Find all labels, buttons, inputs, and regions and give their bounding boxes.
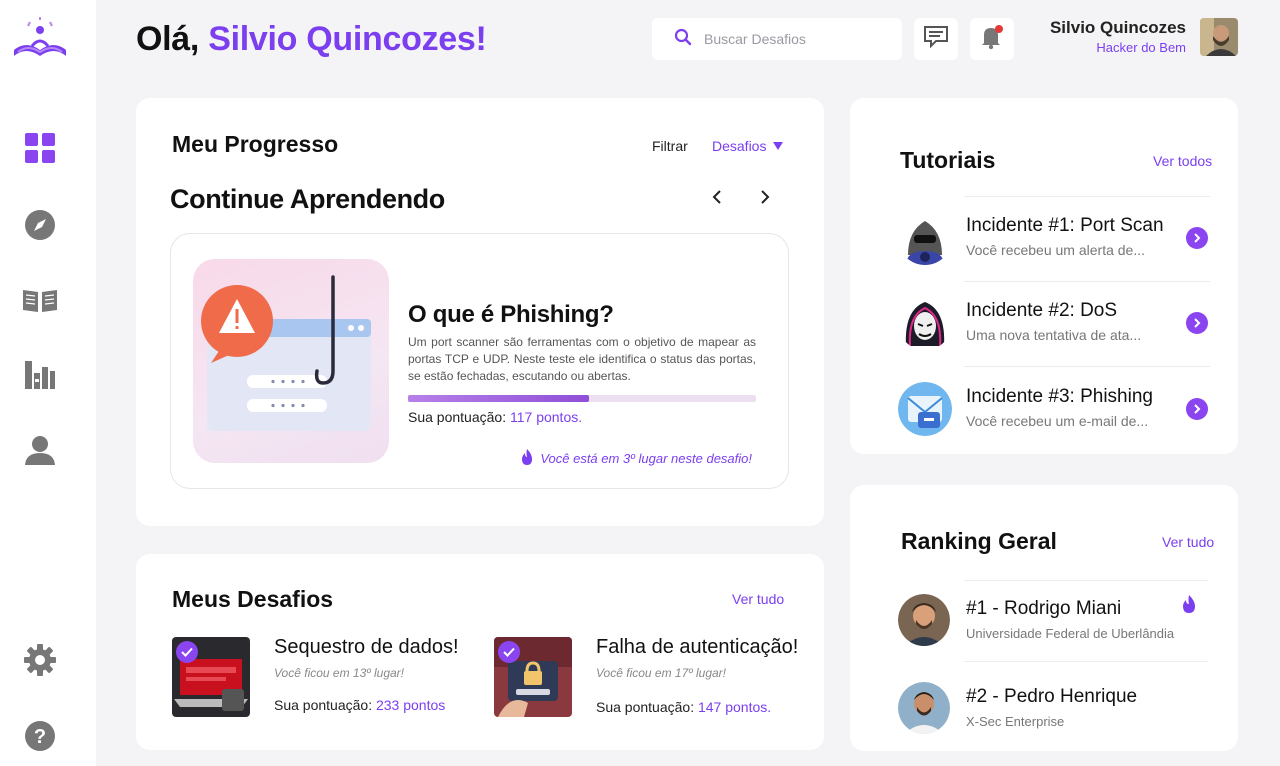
ranking-subtitle: X-Sec Enterprise [966, 714, 1065, 729]
continue-learning-title: Continue Aprendendo [170, 184, 445, 214]
challenge-score-value: 233 pontos [375, 697, 446, 713]
arrow-right-icon[interactable] [1186, 312, 1208, 334]
user-role: Hacker do Bem [1096, 40, 1186, 55]
challenge-rank: Você ficou em 13º lugar! [274, 666, 405, 680]
tutorial-title: Incidente #3: Phishing [966, 386, 1153, 407]
lesson-title: O que é Phishing? [408, 301, 614, 328]
divider [964, 366, 1210, 367]
notifications-button[interactable] [970, 18, 1014, 60]
chat-icon [924, 25, 948, 53]
challenge-rank: Você ficou em 17º lugar! [596, 666, 727, 680]
compass-icon[interactable] [20, 205, 60, 245]
divider [964, 661, 1208, 662]
tutorial-subtitle: Uma nova tentativa de ata... [966, 327, 1142, 343]
filter-label: Filtrar [652, 138, 688, 154]
tutorial-item[interactable]: Incidente #3: Phishing Você recebeu um e… [898, 382, 1216, 466]
chevron-left-icon [712, 189, 722, 210]
filter-value: Desafios [712, 138, 767, 154]
book-icon[interactable] [20, 280, 60, 320]
tutorial-item[interactable]: Incidente #1: Port Scan Você recebeu um … [898, 211, 1216, 295]
bell-icon [979, 24, 1005, 55]
avatar [898, 682, 950, 734]
lesson-score-label: Sua pontuação: [408, 409, 507, 425]
filter-dropdown[interactable]: Desafios [712, 138, 784, 154]
page-title: Olá, Silvio Quincozes! [136, 20, 487, 59]
challenge-title[interactable]: Sequestro de dados! [274, 636, 459, 659]
svg-text:?: ? [34, 726, 46, 748]
flame-icon [520, 448, 534, 469]
flame-icon [1182, 594, 1196, 619]
next-button[interactable] [754, 188, 776, 210]
sidebar: ? [0, 0, 96, 766]
challenge-score-label: Sua pontuação: [274, 697, 373, 713]
email-avatar [898, 382, 952, 436]
divider [964, 196, 1210, 197]
user-icon[interactable] [20, 430, 60, 470]
arrow-right-icon[interactable] [1186, 227, 1208, 249]
challenges-view-all-link[interactable]: Ver tudo [732, 591, 784, 607]
challenges-title: Meus Desafios [172, 586, 334, 612]
challenge-image-ransomware[interactable] [172, 637, 250, 717]
lesson-score: Sua pontuação: 117 pontos. [408, 409, 582, 425]
tutorial-subtitle: Você recebeu um alerta de... [966, 242, 1145, 258]
chevron-down-icon [772, 138, 784, 154]
lesson-progress-fill [408, 395, 589, 402]
tutorial-title: Incidente #2: DoS [966, 300, 1118, 321]
challenge-score-value: 147 pontos. [697, 699, 772, 715]
lesson-rank: Você está em 3º lugar neste desafio! [520, 448, 752, 469]
greeting-prefix: Olá, [136, 20, 200, 58]
app-logo[interactable] [10, 16, 70, 62]
ranking-name: #2 - Pedro Henrique [966, 686, 1138, 707]
ranking-title: Ranking Geral [901, 528, 1057, 554]
challenge-title[interactable]: Falha de autenticação! [596, 636, 798, 659]
divider [964, 281, 1210, 282]
lesson-progress-bar [408, 395, 756, 402]
library-icon[interactable] [20, 355, 60, 395]
mask-avatar [898, 296, 952, 350]
chevron-right-icon [760, 189, 770, 210]
challenge-score: Sua pontuação: 147 pontos. [596, 699, 771, 715]
dashboard-icon[interactable] [20, 128, 60, 168]
tutorials-title: Tutoriais [900, 147, 996, 173]
tutorial-title: Incidente #1: Port Scan [966, 215, 1164, 236]
lesson-score-value: 117 pontos. [509, 409, 583, 425]
ranking-item[interactable]: #1 - Rodrigo Miani Universidade Federal … [898, 594, 1216, 654]
avatar [898, 594, 950, 646]
tutorial-item[interactable]: Incidente #2: DoS Uma nova tentativa de … [898, 296, 1216, 380]
challenge-score-label: Sua pontuação: [596, 699, 695, 715]
check-icon [176, 641, 198, 663]
user-name: Silvio Quincozes [1049, 18, 1186, 37]
lesson-rank-text: Você está em 3º lugar neste desafio! [540, 451, 752, 466]
challenge-score: Sua pontuação: 233 pontos [274, 697, 445, 713]
greeting-name: Silvio Quincozes! [208, 20, 487, 58]
search-bar [652, 18, 902, 60]
prev-button[interactable] [706, 188, 728, 210]
ranking-name: #1 - Rodrigo Miani [966, 598, 1122, 619]
divider [964, 580, 1208, 581]
challenge-image-auth[interactable] [494, 637, 572, 717]
ranking-item[interactable]: #2 - Pedro Henrique X-Sec Enterprise [898, 682, 1216, 742]
lesson-card[interactable]: O que é Phishing? Um port scanner são fe… [170, 233, 789, 489]
gear-icon[interactable] [20, 640, 60, 680]
tutorial-subtitle: Você recebeu um e-mail de... [966, 413, 1149, 429]
avatar[interactable] [1200, 18, 1238, 56]
lesson-description: Um port scanner são ferramentas com o ob… [408, 335, 756, 383]
progress-title: Meu Progresso [172, 131, 339, 157]
tutorials-view-all-link[interactable]: Ver todos [1153, 153, 1212, 169]
ranking-subtitle: Universidade Federal de Uberlândia [966, 626, 1175, 641]
messages-button[interactable] [914, 18, 958, 60]
search-input[interactable] [704, 31, 884, 47]
hacker-avatar [898, 211, 952, 265]
help-icon[interactable]: ? [20, 716, 60, 756]
phishing-illustration [193, 259, 389, 463]
arrow-right-icon[interactable] [1186, 398, 1208, 420]
check-icon [498, 641, 520, 663]
ranking-view-all-link[interactable]: Ver tudo [1162, 534, 1214, 550]
search-icon [674, 28, 692, 51]
